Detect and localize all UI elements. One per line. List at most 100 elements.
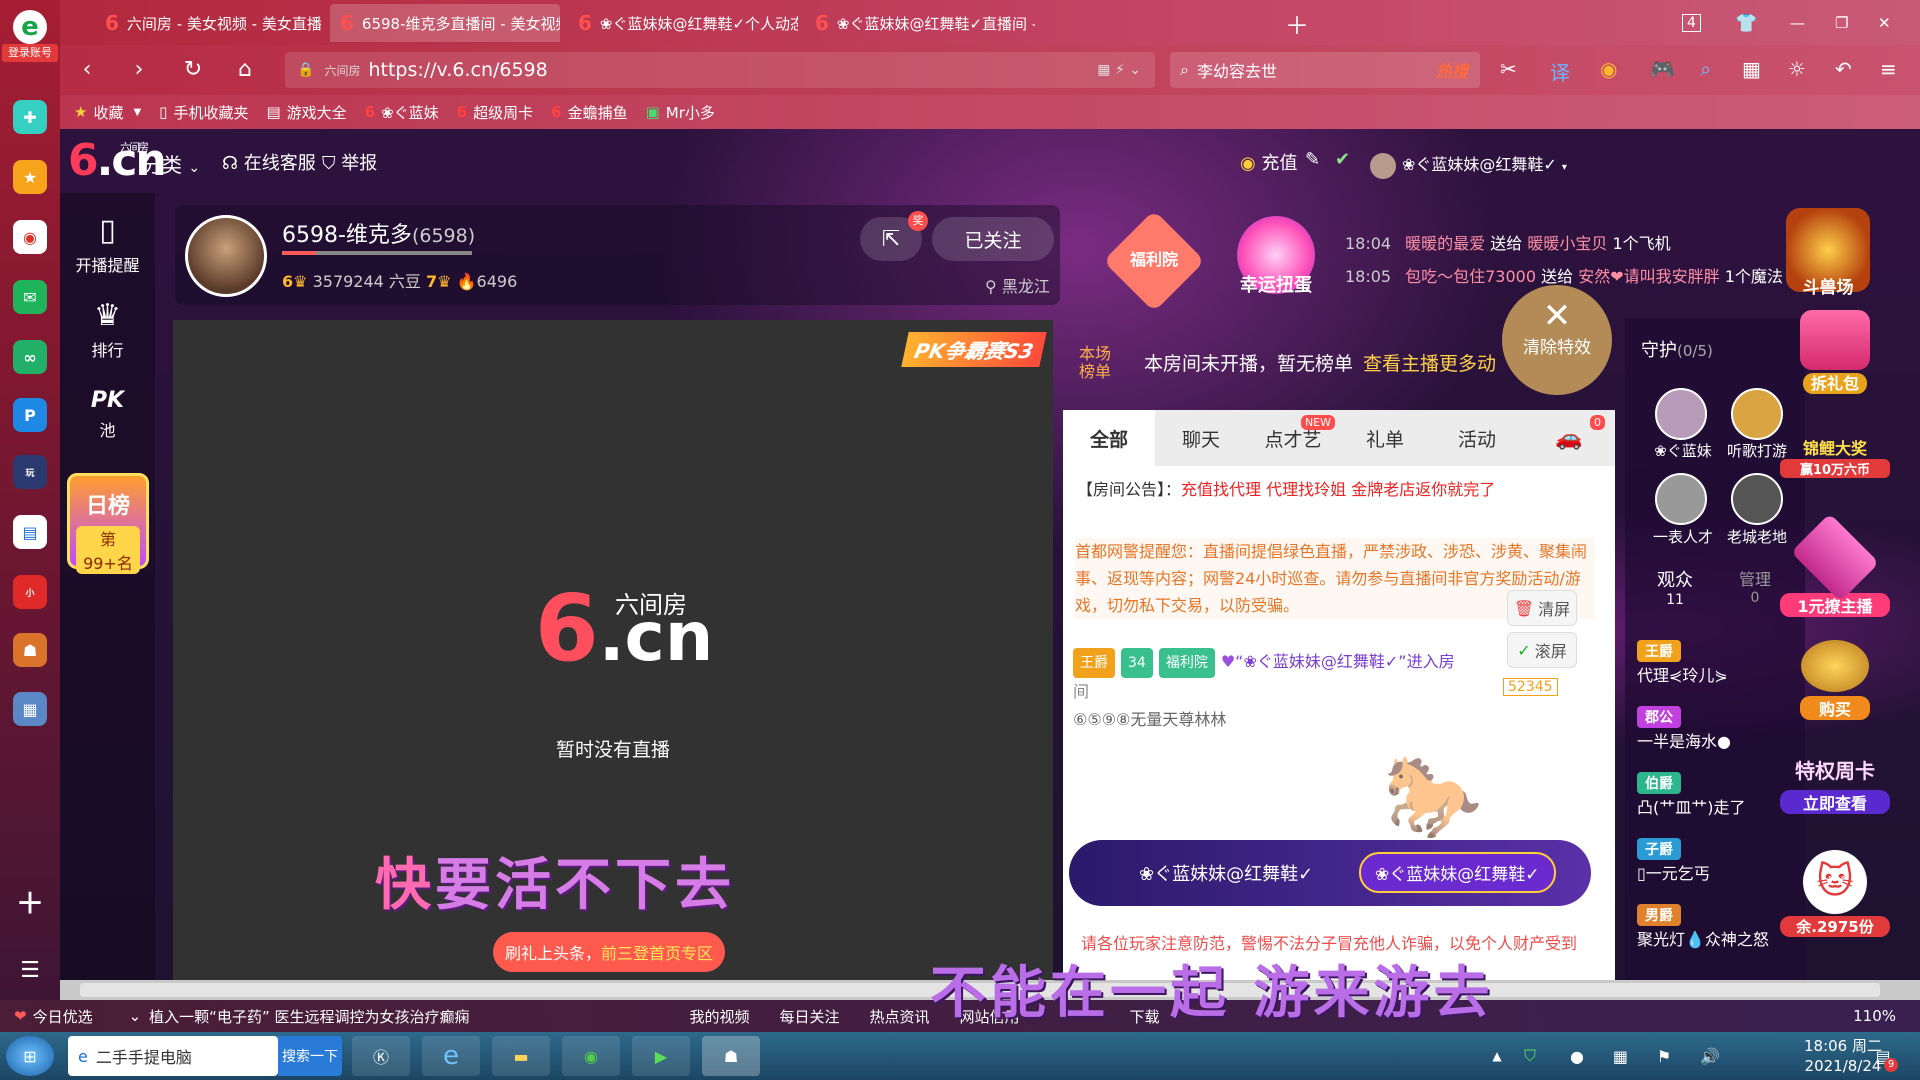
car-button[interactable]: 🚗 0 [1523,410,1615,466]
ie-app-icon[interactable]: e [422,1036,480,1076]
mail-icon[interactable]: ✉ [13,280,47,314]
audience-item[interactable]: 伯爵 凸(艹皿艹)走了 [1637,772,1746,818]
redbook-icon[interactable]: 小 [13,575,47,609]
tab-audience[interactable]: 观众 11 [1635,566,1715,618]
home-icon[interactable]: ⌂ [230,57,260,82]
privilege-card-promo[interactable]: 特权周卡 立即查看 [1780,755,1890,814]
k-app-icon[interactable]: Ⓚ [352,1036,410,1076]
recharge-link[interactable]: ◉ 充值 [1240,149,1297,175]
one-yuan-promo[interactable]: 1元撩主播 [1780,513,1890,617]
sun-icon[interactable]: ☼ [1788,57,1806,81]
notification-icon[interactable]: ▤ 9 [1868,1036,1898,1076]
rank-button[interactable]: ♛ 排行 [60,298,155,361]
game-task-icon[interactable]: ☗ [702,1036,760,1076]
url-tools-icon[interactable]: ▦ ⚡ ⌄ [1097,62,1141,78]
audience-item[interactable]: 子爵 ▯一元乞丐 [1637,838,1710,884]
p-app-icon[interactable]: P [13,398,47,432]
bookmark-item[interactable]: ▣ Mr小多 [646,102,715,123]
audience-item[interactable]: 男爵 聚光灯💧众神之怒 [1637,904,1769,950]
share-button[interactable]: ⇱ 奖 [860,211,928,261]
clear-screen-button[interactable]: 🗑 清屏 [1507,590,1577,626]
bookmark-item[interactable]: ★ 收藏 ▼ [74,102,141,123]
url-bar[interactable]: 🔒 六间房 https://v.6.cn/6598 ▦ ⚡ ⌄ [285,52,1155,88]
gift-pack-promo[interactable]: 拆礼包 [1780,310,1890,394]
bookmark-item[interactable]: 6 超级周卡 [457,102,533,123]
plus-app-icon[interactable]: ✚ [13,100,47,134]
volume-icon[interactable]: 🔊 [1700,1047,1720,1066]
star-app-icon[interactable]: ★ [13,160,47,194]
tab-all[interactable]: 全部 [1063,410,1155,466]
flag-icon[interactable]: ⚑ [1657,1047,1671,1066]
bookmark-item[interactable]: ▯ 手机收藏夹 [159,102,248,123]
minimize-button[interactable]: — [1780,4,1815,42]
clear-effects-button[interactable]: ✕ 清除特效 [1502,285,1612,395]
refresh-icon[interactable]: ↻ [178,57,208,82]
zoom-level[interactable]: 110% [1853,1007,1896,1025]
start-button[interactable]: ⊞ [6,1036,54,1076]
player-icon[interactable]: ▶ [632,1036,690,1076]
new-tab-button[interactable]: ＋ [1275,4,1319,42]
login-button[interactable]: 登录账号 [2,44,58,62]
anchor-avatar[interactable] [185,215,267,297]
user-menu[interactable]: ❀ぐ蓝妹妹@红舞鞋✓ ▾ [1370,151,1567,179]
browser-tab[interactable]: 6 ❀ぐ蓝妹妹@红舞鞋✓直播间 - [805,4,1035,42]
close-window-button[interactable]: ✕ [1868,4,1901,42]
coin-icon[interactable]: ◉ [1600,57,1617,81]
game3-icon[interactable]: ▦ [13,692,47,726]
tab-activity[interactable]: 活动 [1431,410,1523,466]
check-circle-icon[interactable]: ✔ [1335,149,1350,170]
weibo-icon[interactable]: ◉ [13,220,47,254]
tab-chat[interactable]: 聊天 [1155,410,1247,466]
scissors-icon[interactable]: ✂ [1500,57,1517,81]
daily-pick[interactable]: 今日优选 [33,1006,93,1027]
forward-icon[interactable]: › [124,57,154,82]
tab-talent[interactable]: 点才艺 NEW [1247,410,1339,466]
add-app-icon[interactable]: ＋ [13,885,47,920]
tray-icon[interactable]: ● [1570,1047,1584,1066]
rank-link[interactable]: 查看主播更多动 [1363,349,1496,376]
bookmark-item[interactable]: 6 金蟾捕鱼 [551,102,627,123]
browser-tab[interactable]: 6 ❀ぐ蓝妹妹@红舞鞋✓个人动态 [568,4,798,42]
pk-pool-button[interactable]: PK 池 [60,388,155,441]
maximize-button[interactable]: ❐ [1825,4,1858,42]
daily-follow-link[interactable]: 每日关注 [780,1006,840,1027]
follow-button[interactable]: 已关注 [932,217,1054,261]
doc-app-icon[interactable]: ▤ [13,515,47,549]
audience-item[interactable]: 王爵 代理⋞玲儿⋟ [1637,640,1728,686]
pk-contest-badge[interactable]: PK争霸赛S3 [900,332,1047,367]
news-ticker[interactable]: 植入一颗“电子药” 医生远程调控为女孩治疗癫痫 [149,1006,469,1027]
tray-up-icon[interactable]: ▲ [1485,1036,1509,1076]
magnifier-icon[interactable]: ⌕ [1700,57,1711,81]
guard-avatar[interactable] [1731,388,1783,440]
my-videos-link[interactable]: 我的视频 [689,1006,749,1027]
hot-news-link[interactable]: 热点资讯 [870,1006,930,1027]
menu-list-icon[interactable]: ☰ [13,953,47,987]
browser-app-icon[interactable]: ◉ [562,1036,620,1076]
bookmark-item[interactable]: ▤ 游戏大全 [266,102,346,123]
folder-icon[interactable]: ▬ [492,1036,550,1076]
rank-tag[interactable]: 本场 榜单 [1060,344,1130,381]
browser-logo-icon[interactable]: e [13,10,47,44]
menu-icon[interactable]: ≡ [1880,57,1897,81]
headline-button[interactable]: 刷礼上头条， 前三登首页专区 [493,932,725,972]
gamepad-icon[interactable]: 🎮 [1650,57,1675,81]
browser-tab[interactable]: 6 六间房 - 美女视频 - 美女直播 [95,4,325,42]
browser-tab-active[interactable]: 66598-维克多直播间 - 美女视频✕ [330,4,560,42]
buy-promo[interactable]: 购买 [1780,640,1890,720]
guard-avatar[interactable] [1655,473,1707,525]
report-link[interactable]: ⛉ 举报 [322,149,377,175]
shield-tray-icon[interactable]: ⛉ [1515,1036,1545,1076]
guard-avatar[interactable] [1731,473,1783,525]
game-app-icon[interactable]: 玩 [13,455,47,489]
day-rank-card[interactable]: 日榜 第99+名 [67,473,149,574]
enter-user[interactable]: “❀ぐ蓝妹妹@红舞鞋✓”进入房 [1235,652,1454,671]
koi-promo[interactable]: 锦鲤大奖 赢10万六币 [1780,435,1890,478]
taskbar-search-button[interactable]: 搜索一下 [278,1036,342,1076]
audience-item[interactable]: 郡公 一半是海水● [1637,706,1731,752]
edit-icon[interactable]: ✎ [1305,149,1320,170]
taskbar-search-input[interactable]: e 二手手提电脑 [68,1036,278,1076]
sync-icon[interactable]: ∞ [13,340,47,374]
network-icon[interactable]: ▦ [1613,1047,1628,1066]
tab-count-badge[interactable]: 4 [1672,4,1711,42]
bookmark-item[interactable]: 6 ❀ぐ蓝妹 [365,102,439,123]
